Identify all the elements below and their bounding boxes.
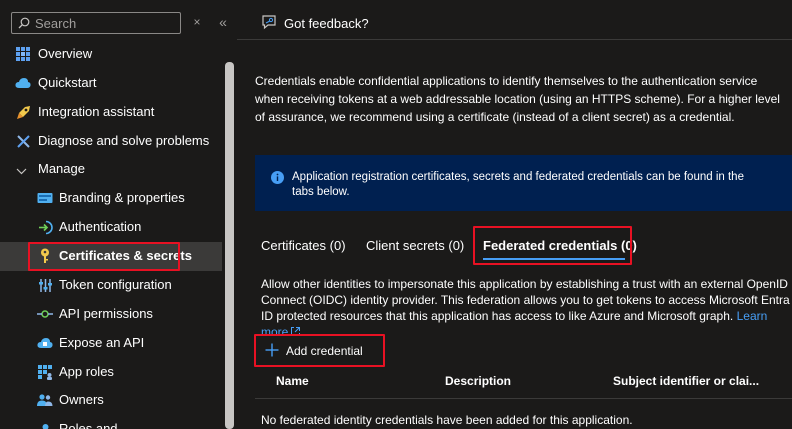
column-header-name[interactable]: Name [276,374,309,388]
add-credential-button[interactable]: Add credential [265,342,363,360]
sidebar-item-label: Overview [38,46,93,61]
collapse-sidebar-icon[interactable]: « [216,14,230,30]
sidebar-item-label: Quickstart [38,75,97,90]
feedback-icon [261,14,277,33]
rocket-icon [15,104,31,120]
sidebar-item-integration-assistant[interactable]: Integration assistant [0,98,222,127]
chevron-down-icon [16,163,27,178]
sidebar-item-expose-api[interactable]: Expose an API [0,329,222,358]
empty-table-message: No federated identity credentials have b… [261,413,633,427]
header-divider [237,39,792,40]
federated-description: Allow other identities to impersonate th… [261,276,792,340]
expose-api-icon [37,335,53,351]
feedback-label: Got feedback? [284,16,369,31]
tab-client-secrets[interactable]: Client secrets (0) [366,238,464,253]
token-config-icon [37,277,53,293]
sidebar-item-label: App roles [59,364,114,379]
sidebar-item-label: Manage [38,161,85,176]
sidebar-item-branding[interactable]: Branding & properties [0,184,222,213]
sidebar-item-overview[interactable]: Overview [0,40,222,69]
owners-icon [37,392,53,408]
app-roles-icon [37,364,53,380]
sidebar-item-api-permissions[interactable]: API permissions [0,300,222,329]
add-credential-label: Add credential [286,344,363,358]
sidebar-item-label: Token configuration [59,277,172,292]
search-placeholder: Search [35,16,77,31]
sidebar-item-label: Expose an API [59,335,145,350]
key-icon [37,248,53,264]
sidebar-item-quickstart[interactable]: Quickstart [0,69,222,98]
info-message-bar: Application registration certificates, s… [255,155,792,211]
overview-icon [15,46,31,62]
table-header-divider [255,398,792,399]
search-input[interactable]: Search [11,12,181,34]
sidebar-item-label: Owners [59,392,104,407]
branding-icon [37,190,53,206]
search-icon [18,17,30,32]
sidebar-item-token-configuration[interactable]: Token configuration [0,271,222,300]
column-header-description[interactable]: Description [445,374,511,388]
federated-description-text: Allow other identities to impersonate th… [261,277,790,323]
authentication-icon [37,219,53,235]
sidebar-item-app-roles[interactable]: App roles [0,358,222,387]
column-header-subject-identifier[interactable]: Subject identifier or clai... [613,374,759,388]
sidebar-item-label: Roles and [59,421,118,429]
roles-icon [37,421,53,429]
sidebar-item-certificates-secrets[interactable]: Certificates & secrets [0,242,222,271]
sidebar-item-authentication[interactable]: Authentication [0,213,222,242]
sidebar-item-owners[interactable]: Owners [0,386,222,415]
main-content: Got feedback? Credentials enable confide… [237,0,792,429]
info-message-text: Application registration certificates, s… [292,171,744,198]
clear-search-icon[interactable]: × [191,14,203,30]
active-tab-indicator [483,258,625,260]
feedback-button[interactable]: Got feedback? [261,14,369,33]
sidebar-scrollbar-thumb[interactable] [225,62,234,429]
cloud-icon [15,75,31,91]
sidebar-item-roles[interactable]: Roles and [0,415,222,429]
info-icon [271,171,284,187]
sidebar-item-label: Branding & properties [59,190,185,205]
credentials-intro-text: Credentials enable confidential applicat… [255,74,780,124]
plus-icon [265,343,279,360]
sidebar-item-label: API permissions [59,306,153,321]
sidebar-item-label: Diagnose and solve problems [38,133,210,148]
wrench-icon [15,133,31,149]
sidebar-item-diagnose[interactable]: Diagnose and solve problems [0,127,222,156]
sidebar: Search × « Overview Quickstart Integrati… [0,0,237,429]
sidebar-item-label: Integration assistant [38,104,155,119]
sidebar-item-label: Authentication [59,219,142,234]
tab-certificates[interactable]: Certificates (0) [261,238,346,253]
tab-federated-credentials[interactable]: Federated credentials (0) [483,238,637,253]
external-link-icon [291,327,301,336]
sidebar-group-manage[interactable]: Manage [0,155,222,184]
api-permissions-icon [37,306,53,322]
sidebar-item-label: Certificates & secrets [59,248,192,263]
